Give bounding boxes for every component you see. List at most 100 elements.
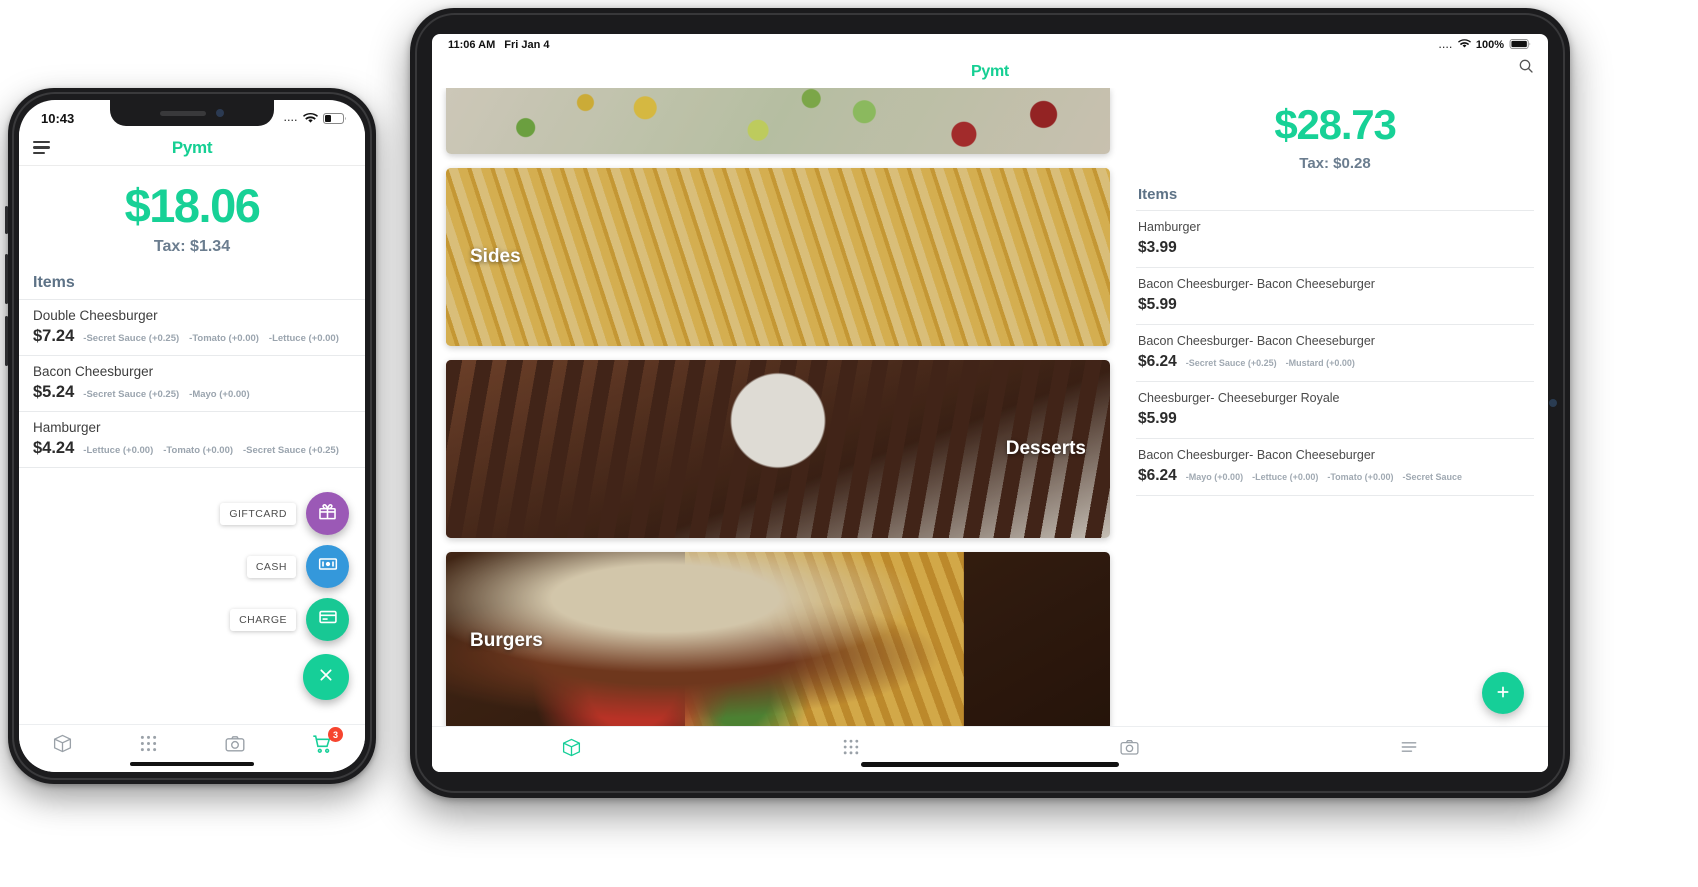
gift-icon — [318, 502, 337, 526]
tab-catalog[interactable] — [711, 737, 990, 762]
earpiece-speaker — [160, 110, 206, 116]
phone-home-indicator[interactable] — [130, 762, 254, 766]
fab-row-giftcard[interactable]: GIFTCARD — [220, 492, 349, 535]
category-card[interactable]: Burgers — [446, 552, 1110, 726]
tablet-screen: 11:06 AM Fri Jan 4 .... 100% Pymt Sides … — [432, 34, 1548, 772]
tab-catalog[interactable] — [106, 733, 193, 759]
phone-screen: 10:43 .... Pymt $18.06 Tax: $1.34 Items … — [19, 100, 365, 772]
modifier: -Tomato (+0.00) — [1327, 472, 1394, 482]
phone-items-header: Items — [33, 274, 75, 291]
cart-item-modifiers: -Mayo (+0.00) -Lettuce (+0.00) -Tomato (… — [1186, 472, 1462, 482]
cash-icon — [318, 554, 338, 579]
category-card[interactable]: Sides — [446, 168, 1110, 346]
close-fab-button[interactable] — [303, 654, 349, 700]
tablet-front-camera-icon — [1549, 399, 1557, 407]
tablet-cart-panel: $28.73 Tax: $0.28 Items Hamburger $3.99 … — [1122, 88, 1548, 726]
cart-item-modifiers: -Secret Sauce (+0.25) -Mayo (+0.00) — [83, 389, 249, 400]
wifi-icon — [1457, 38, 1471, 52]
search-icon[interactable] — [1518, 58, 1534, 79]
cart-item-row[interactable]: Bacon Cheesburger- Bacon Cheeseburger $6… — [1136, 438, 1534, 495]
list-menu-icon — [1399, 737, 1419, 762]
cash-button[interactable] — [306, 545, 349, 588]
cart-item-name: Bacon Cheesburger- Bacon Cheeseburger — [1138, 448, 1375, 462]
charge-button[interactable] — [306, 598, 349, 641]
tablet-status-time: 11:06 AM — [448, 39, 496, 51]
cart-item-price: $6.24 — [1138, 353, 1177, 370]
fab-row-charge[interactable]: CHARGE — [220, 598, 349, 641]
giftcard-button[interactable] — [306, 492, 349, 535]
battery-icon — [1509, 38, 1532, 52]
modifier: -Mustard (+0.00) — [1285, 358, 1355, 368]
cart-badge-count: 3 — [328, 727, 343, 742]
category-list[interactable]: Sides Desserts Burgers — [432, 88, 1122, 726]
cart-item-name: Double Cheesburger — [33, 308, 158, 323]
modifier: -Secret Sauce (+0.25) — [83, 389, 180, 400]
phone-status-time: 10:43 — [41, 110, 75, 126]
cart-item-row[interactable]: Bacon Cheesburger $5.24 -Secret Sauce (+… — [19, 355, 365, 411]
camera-icon — [224, 733, 246, 760]
modifier: -Secret Sauce (+0.25) — [83, 333, 180, 344]
tablet-items-header: Items — [1138, 186, 1178, 203]
cart-item-price: $4.24 — [33, 439, 75, 457]
cart-item-row[interactable]: Bacon Cheesburger- Bacon Cheeseburger $5… — [1136, 267, 1534, 324]
cart-item-price: $3.99 — [1138, 239, 1177, 256]
category-card[interactable] — [446, 88, 1110, 154]
cart-item-name: Bacon Cheesburger — [33, 364, 154, 379]
tablet-battery-percent: 100% — [1475, 39, 1504, 51]
package-box-icon — [52, 733, 73, 759]
cart-item-row[interactable]: Double Cheesburger $7.24 -Secret Sauce (… — [19, 299, 365, 355]
charge-fab-label: CHARGE — [230, 608, 296, 631]
cart-item-row[interactable]: Hamburger $4.24 -Lettuce (+0.00) -Tomato… — [19, 411, 365, 467]
add-item-fab-button[interactable] — [1482, 672, 1524, 714]
category-title: Desserts — [1005, 438, 1086, 459]
phone-volume-down-button[interactable] — [5, 316, 8, 366]
modifier: -Mayo (+0.00) — [189, 389, 250, 400]
tablet-device: 11:06 AM Fri Jan 4 .... 100% Pymt Sides … — [410, 8, 1570, 798]
cart-item-row[interactable]: Hamburger $3.99 — [1136, 210, 1534, 267]
tablet-cart-list: Hamburger $3.99 Bacon Cheesburger- Bacon… — [1136, 210, 1534, 503]
fab-row-cash[interactable]: CASH — [220, 545, 349, 588]
front-camera-icon — [216, 109, 224, 117]
close-icon — [318, 667, 334, 688]
tablet-order-total: $28.73 — [1274, 101, 1396, 148]
modifier: -Lettuce (+0.00) — [1252, 472, 1319, 482]
modifier: -Tomato (+0.00) — [189, 333, 259, 344]
tablet-app-bar: Pymt — [432, 56, 1548, 88]
category-title: Sides — [470, 246, 521, 267]
giftcard-fab-label: GIFTCARD — [220, 502, 296, 525]
phone-mute-button[interactable] — [5, 206, 8, 234]
tab-inventory[interactable] — [19, 733, 106, 759]
phone-order-total: $18.06 — [124, 179, 261, 232]
tab-camera[interactable] — [192, 733, 279, 760]
phone-volume-up-button[interactable] — [5, 254, 8, 304]
tab-inventory[interactable] — [432, 737, 711, 763]
plus-icon — [1495, 680, 1511, 706]
tablet-signal-dots-icon: .... — [1438, 40, 1453, 50]
cart-item-modifiers: -Lettuce (+0.00) -Tomato (+0.00) -Secret… — [83, 445, 339, 456]
cart-item-row[interactable]: Cheesburger- Cheeseburger Royale $5.99 — [1136, 381, 1534, 438]
tab-cart[interactable]: 3 — [279, 727, 366, 760]
phone-device: 10:43 .... Pymt $18.06 Tax: $1.34 Items … — [5, 88, 376, 784]
tablet-home-indicator[interactable] — [861, 762, 1119, 767]
fab-row-close[interactable] — [220, 651, 349, 700]
cart-list-divider — [1136, 495, 1534, 503]
camera-icon — [1119, 737, 1140, 763]
tab-menu[interactable] — [1269, 737, 1548, 762]
cart-item-name: Cheesburger- Cheeseburger Royale — [1138, 391, 1340, 405]
phone-notch — [110, 100, 274, 126]
package-box-icon — [561, 737, 582, 763]
category-card[interactable]: Desserts — [446, 360, 1110, 538]
cart-item-price: $5.99 — [1138, 410, 1177, 427]
modifier: -Mayo (+0.00) — [1185, 472, 1244, 482]
modifier: -Secret Sauce (+0.25) — [1185, 358, 1277, 368]
phone-order-tax: Tax: $1.34 — [153, 238, 231, 255]
app-brand-title: Pymt — [171, 137, 213, 157]
cart-item-name: Bacon Cheesburger- Bacon Cheeseburger — [1138, 277, 1375, 291]
tablet-order-tax: Tax: $0.28 — [1299, 155, 1371, 172]
battery-icon — [323, 112, 347, 124]
tab-camera[interactable] — [990, 737, 1269, 763]
modifier: -Tomato (+0.00) — [163, 445, 234, 456]
grid-dots-icon — [841, 737, 861, 762]
cart-item-row[interactable]: Bacon Cheesburger- Bacon Cheeseburger $6… — [1136, 324, 1534, 381]
cart-item-name: Hamburger — [1138, 220, 1201, 234]
